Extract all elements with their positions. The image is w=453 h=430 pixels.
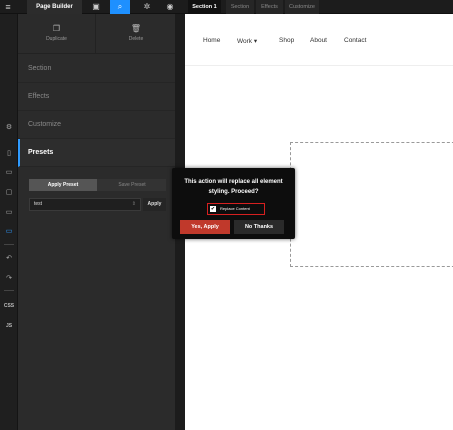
no-thanks-button[interactable]: No Thanks xyxy=(234,220,284,234)
nav-contact[interactable]: Contact xyxy=(344,37,366,44)
empty-section-placeholder[interactable] xyxy=(290,142,453,267)
tab-apply-preset[interactable]: Apply Preset xyxy=(29,179,97,191)
wordpress-icon[interactable]: ◉ xyxy=(160,0,180,14)
tablet-icon[interactable]: ▢ xyxy=(0,188,18,198)
duplicate-label: Duplicate xyxy=(46,36,67,42)
duplicate-button[interactable]: ❐ Duplicate xyxy=(18,14,96,54)
select-chevron-icon: ⇕ xyxy=(131,201,136,207)
left-rail: ⚙ ▯ ▭ ▢ ▭ ▭ ↶ ↷ CSS JS xyxy=(0,14,18,430)
settings-code-icon[interactable]: ⚙ xyxy=(0,123,18,133)
panel-section-effects[interactable]: Effects xyxy=(18,83,175,111)
delete-label: Delete xyxy=(128,36,144,42)
desktop-icon[interactable]: ▭ xyxy=(0,208,18,218)
tab-section-1[interactable]: Section 1 xyxy=(188,0,221,14)
tab-effects[interactable]: Effects xyxy=(256,0,283,14)
confirm-message: This action will replace all element sty… xyxy=(184,179,283,195)
checkbox-check-icon[interactable]: ✔ xyxy=(210,206,216,212)
search-icon[interactable]: ⌕ xyxy=(110,0,130,14)
panel-section-customize[interactable]: Customize xyxy=(18,111,175,139)
settings-panel: ❐ Duplicate 🗑 Delete Section Effects Cus… xyxy=(18,14,175,430)
site-nav: Home Work ▾ Shop About Contact xyxy=(185,14,453,66)
checkbox-label: Replace Content xyxy=(220,206,250,211)
redo-icon[interactable]: ↷ xyxy=(0,274,18,284)
tab-save-preset[interactable]: Save Preset xyxy=(98,179,166,191)
nav-about[interactable]: About xyxy=(310,37,327,44)
page-builder-title[interactable]: Page Builder xyxy=(27,0,82,14)
css-button[interactable]: CSS xyxy=(0,301,18,311)
nav-shop[interactable]: Shop xyxy=(279,37,294,44)
yes-apply-button[interactable]: Yes, Apply xyxy=(180,220,230,234)
panel-actions: ❐ Duplicate 🗑 Delete xyxy=(18,14,175,54)
nav-home[interactable]: Home xyxy=(203,37,220,44)
hamburger-icon[interactable]: ≡ xyxy=(3,2,13,12)
trash-icon: 🗑 xyxy=(130,24,142,33)
preset-select-value: test xyxy=(34,201,43,207)
chevron-down-icon: ▾ xyxy=(253,38,258,45)
panel-section-presets[interactable]: Presets xyxy=(18,139,175,167)
preset-select[interactable]: test ⇕ xyxy=(29,198,141,211)
rail-divider xyxy=(4,290,14,291)
tab-customize[interactable]: Customize xyxy=(285,0,319,14)
undo-icon[interactable]: ↶ xyxy=(0,254,18,264)
nav-work-label: Work xyxy=(237,38,253,45)
apply-preset-button[interactable]: Apply xyxy=(143,198,166,211)
gear-icon[interactable]: ✲ xyxy=(137,0,157,14)
rail-divider xyxy=(4,244,14,245)
confirm-dialog: This action will replace all element sty… xyxy=(172,168,295,239)
nav-work[interactable]: Work ▾ xyxy=(237,37,257,45)
top-toolbar: ≡ Page Builder ▣ ⌕ ✲ ◉ Section 1 Section… xyxy=(0,0,453,14)
preset-tabs: Apply Preset Save Preset xyxy=(29,179,166,191)
section-icon[interactable]: ▭ xyxy=(0,168,18,178)
mobile-icon[interactable]: ▭ xyxy=(0,227,18,237)
js-button[interactable]: JS xyxy=(0,321,18,331)
delete-button[interactable]: 🗑 Delete xyxy=(97,14,175,54)
tab-section[interactable]: Section xyxy=(226,0,254,14)
page-icon[interactable]: ▯ xyxy=(0,149,18,159)
panel-icon[interactable]: ▣ xyxy=(86,0,106,14)
panel-section-section[interactable]: Section xyxy=(18,55,175,83)
duplicate-icon: ❐ xyxy=(52,24,61,33)
replace-content-checkbox[interactable]: ✔ Replace Content xyxy=(207,203,265,215)
